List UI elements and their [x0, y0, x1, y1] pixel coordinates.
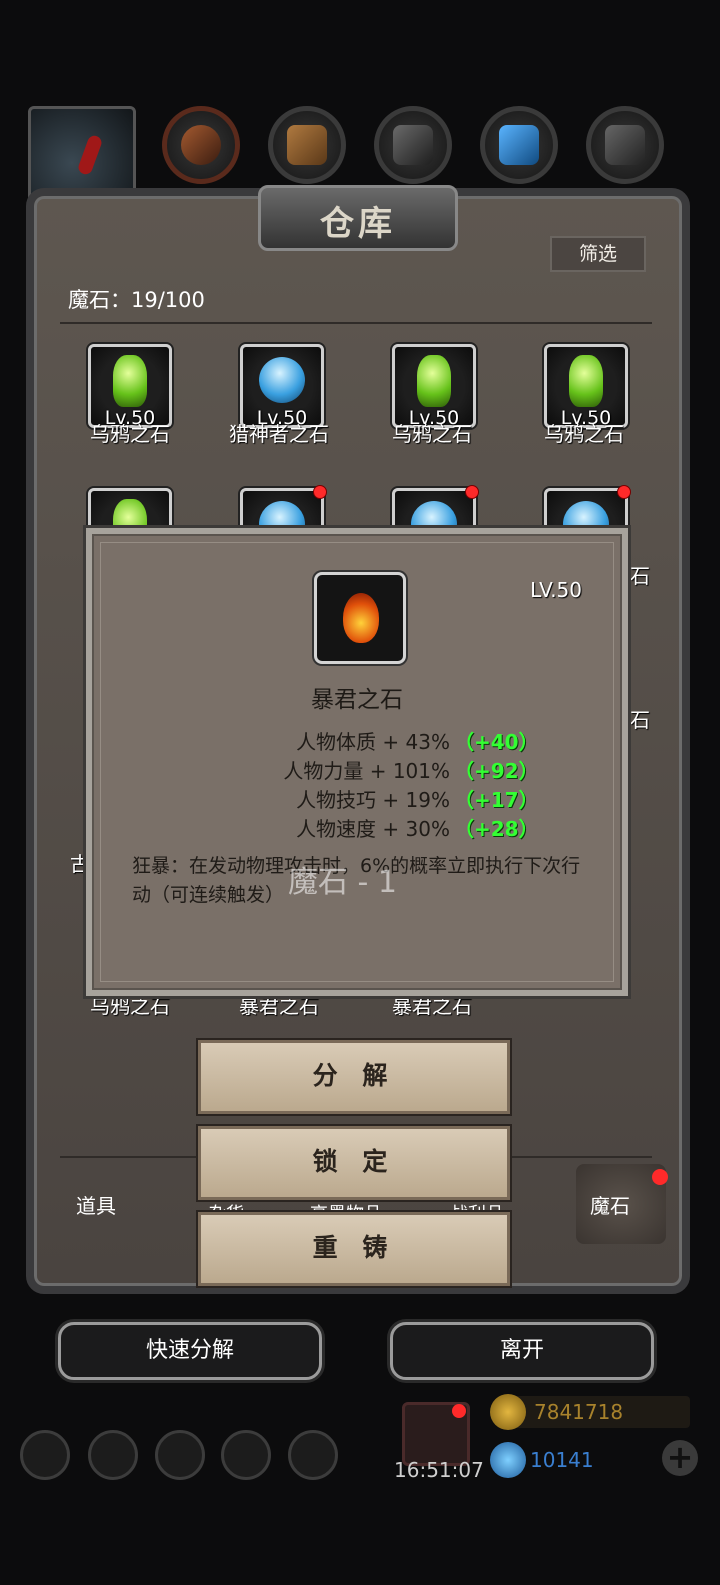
gem-currency-icon	[490, 1442, 526, 1478]
gold-coin-icon	[490, 1394, 526, 1430]
grid-item[interactable]: Lv.50	[392, 344, 476, 429]
stat-row: 人物技巧 + 19% （+17）	[92, 784, 622, 812]
tab-magic-stone[interactable]: 魔石	[590, 1190, 630, 1219]
panel-title: 仓库	[320, 204, 396, 244]
new-badge	[617, 485, 631, 499]
stat-row: 人物力量 + 101% （+92）	[92, 755, 622, 783]
item-description: 狂暴：在发动物理攻击时，6%的概率立即执行下次行动（可连续触发） 魔石 - 1	[132, 852, 592, 910]
item-name: 暴君之石	[311, 687, 403, 713]
stat-value: 人物力量 + 101%	[283, 759, 450, 783]
category-tab-2[interactable]	[268, 106, 346, 184]
notification-badge	[452, 1404, 466, 1418]
hunter-stone-icon	[259, 357, 305, 403]
category-5-icon	[605, 125, 645, 165]
category-tab-5[interactable]	[586, 106, 664, 184]
book-icon[interactable]	[155, 1430, 205, 1480]
clock: 16:51:07	[394, 1458, 484, 1482]
grid-item[interactable]: Lv.50	[240, 344, 324, 429]
achievement-icon[interactable]	[88, 1430, 138, 1480]
quick-decompose-button[interactable]: 快速分解	[58, 1322, 322, 1380]
crow-stone-icon	[417, 355, 451, 407]
crow-stone-icon	[113, 355, 147, 407]
item-name-fragment: 石	[630, 564, 650, 588]
item-level: LV.50	[530, 578, 582, 602]
filter-button[interactable]: 筛选	[550, 236, 646, 272]
recast-button[interactable]: 重 铸	[198, 1212, 510, 1286]
item-name: 乌鸦之石	[392, 422, 472, 446]
lock-button[interactable]: 锁 定	[198, 1126, 510, 1200]
category-1-icon	[181, 125, 221, 165]
item-icon-frame	[314, 572, 406, 664]
stat-value: 人物体质 + 43%	[296, 730, 450, 754]
category-4-icon	[499, 125, 539, 165]
stat-value: 人物技巧 + 19%	[296, 788, 450, 812]
settings-icon[interactable]	[20, 1430, 70, 1480]
category-tab-3[interactable]	[374, 106, 452, 184]
stat-bonus: （+92）	[454, 759, 539, 783]
gem-amount: 10141	[530, 1448, 594, 1472]
new-badge	[465, 485, 479, 499]
crow-stone-icon	[569, 355, 603, 407]
item-name: 乌鸦之石	[90, 422, 170, 446]
stat-bonus: （+40）	[454, 730, 539, 754]
tyrant-stone-icon	[343, 593, 379, 643]
tab-items[interactable]: 道具	[76, 1190, 116, 1219]
category-tab-4[interactable]	[480, 106, 558, 184]
divider	[60, 322, 652, 324]
stat-row: 人物速度 + 30% （+28）	[92, 813, 622, 841]
grid-item[interactable]: Lv.50	[88, 344, 172, 429]
mail-icon[interactable]	[221, 1430, 271, 1480]
stat-row: 人物体质 + 43% （+40）	[92, 726, 622, 754]
stone-count: 魔石：19/100	[68, 288, 205, 312]
new-badge	[313, 485, 327, 499]
item-name: 猎神者之石	[229, 422, 329, 446]
stat-bonus: （+17）	[454, 788, 539, 812]
add-currency-button[interactable]: +	[662, 1440, 698, 1476]
gold-amount: 7841718	[534, 1400, 624, 1424]
category-2-icon	[287, 125, 327, 165]
link-icon[interactable]	[288, 1430, 338, 1480]
item-name-fragment: 石	[630, 708, 650, 732]
consume-toast: 魔石 - 1	[288, 865, 397, 900]
stat-value: 人物速度 + 30%	[296, 817, 450, 841]
grid-item[interactable]: Lv.50	[544, 344, 628, 429]
leave-button[interactable]: 离开	[390, 1322, 654, 1380]
decompose-button[interactable]: 分 解	[198, 1040, 510, 1114]
item-detail-popup: LV.50 暴君之石 人物体质 + 43% （+40） 人物力量 + 101% …	[86, 528, 628, 996]
item-name: 乌鸦之石	[544, 422, 624, 446]
category-3-icon	[393, 125, 433, 165]
stat-bonus: （+28）	[454, 817, 539, 841]
notification-badge	[652, 1169, 668, 1185]
category-tab-1[interactable]	[162, 106, 240, 184]
